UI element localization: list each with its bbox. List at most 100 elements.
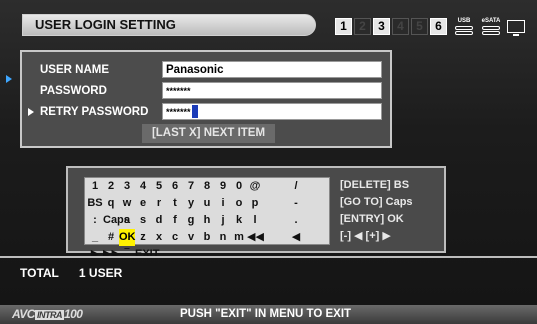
key-2-12[interactable]: OK — [119, 229, 136, 246]
slot-5-indicator: 5 — [411, 17, 428, 35]
key-1-10[interactable]: - — [263, 195, 329, 212]
key-3-12[interactable]: EXIT — [135, 246, 159, 263]
key-2-11[interactable]: # — [103, 229, 119, 246]
key-3-4[interactable]: b — [199, 229, 215, 246]
slot-1-indicator: 1 — [335, 17, 352, 35]
key-1-7[interactable]: i — [215, 195, 231, 212]
login-settings-panel: USER NAME Panasonic PASSWORD ******* RET… — [20, 50, 392, 148]
next-item-button[interactable]: [LAST X] NEXT ITEM — [142, 124, 275, 143]
camera-menu-screen: USER LOGIN SETTING 1 2 3 4 5 6 USB eSATA… — [0, 0, 537, 324]
user-name-label: USER NAME — [40, 64, 110, 76]
key-3-7[interactable]: ◀◀ — [247, 229, 264, 246]
key-0-2[interactable]: 3 — [119, 178, 135, 195]
key-1-4[interactable]: t — [167, 195, 183, 212]
slot-indicators: 1 2 3 4 5 6 USB eSATA — [335, 16, 525, 36]
key-1-3[interactable]: r — [151, 195, 167, 212]
total-label: TOTAL — [20, 266, 59, 280]
total-value: 1 USER — [78, 266, 123, 280]
retry-password-label: RETRY PASSWORD — [40, 106, 149, 118]
status-message: PUSH "EXIT" IN MENU TO EXIT — [180, 308, 352, 320]
key-2-5[interactable]: h — [199, 212, 215, 229]
slot-2-indicator: 2 — [354, 17, 371, 35]
esata-disk-shape-2 — [482, 30, 500, 35]
key-0-9[interactable]: 0 — [231, 178, 247, 195]
key-1-1[interactable]: w — [119, 195, 135, 212]
key-0-11[interactable]: / — [263, 178, 329, 195]
retry-password-row[interactable]: RETRY PASSWORD ******* — [22, 103, 390, 121]
monitor-icon — [507, 19, 525, 36]
key-3-1[interactable]: x — [151, 229, 167, 246]
key-3-6[interactable]: m — [231, 229, 247, 246]
status-bar: AVC INTRA 100 PUSH "EXIT" IN MENU TO EXIT — [0, 305, 537, 324]
legend-arrows: [-] ◀ [+] ▶ — [340, 230, 391, 242]
esata-drive-icon: eSATA — [479, 18, 503, 35]
key-0-5[interactable]: 6 — [167, 178, 183, 195]
key-2-1[interactable]: s — [135, 212, 151, 229]
user-name-row[interactable]: USER NAME Panasonic — [22, 61, 390, 79]
key-2-9[interactable]: . — [263, 212, 329, 229]
legend-entry: [ENTRY] OK — [340, 213, 404, 225]
key-2-2[interactable]: d — [151, 212, 167, 229]
slot-3-indicator: 3 — [373, 17, 390, 35]
key-0-7[interactable]: 8 — [199, 178, 215, 195]
usb-disk-shape — [455, 25, 473, 30]
key-1-8[interactable]: o — [231, 195, 247, 212]
key-0-3[interactable]: 4 — [135, 178, 151, 195]
brand-box: INTRA — [34, 310, 64, 320]
slot-4-indicator: 4 — [392, 17, 409, 35]
key-0-1[interactable]: 2 — [103, 178, 119, 195]
key-3-10[interactable]: ▶▶ — [103, 246, 120, 263]
page-title: USER LOGIN SETTING — [22, 14, 316, 36]
esata-disk-shape — [482, 25, 500, 30]
key-0-12[interactable]: BS — [87, 195, 103, 212]
key-3-3[interactable]: v — [183, 229, 199, 246]
key-3-0[interactable]: z — [135, 229, 151, 246]
usb-disk-shape-2 — [455, 30, 473, 35]
key-3-2[interactable]: c — [167, 229, 183, 246]
key-0-0[interactable]: 1 — [87, 178, 103, 195]
key-2-4[interactable]: g — [183, 212, 199, 229]
software-keyboard: 1 2 3 4 5 6 7 8 9 0 @ / BS q w e r t y u i o p -: Caps a s d f g h j k l.… — [84, 177, 330, 260]
key-1-9[interactable]: p — [247, 195, 263, 212]
total-summary: TOTAL 1 USER — [20, 264, 122, 282]
usb-label: USB — [457, 17, 471, 24]
key-1-5[interactable]: y — [183, 195, 199, 212]
key-1-11[interactable]: : — [87, 212, 103, 229]
key-2-6[interactable]: j — [215, 212, 231, 229]
key-0-8[interactable]: 9 — [215, 178, 231, 195]
password-field[interactable]: ******* — [162, 82, 382, 99]
key-1-6[interactable]: u — [199, 195, 215, 212]
legend-goto: [GO TO] Caps — [340, 196, 413, 208]
key-3-11[interactable]: ‾ — [119, 246, 135, 263]
row-pointer-icon — [28, 108, 34, 116]
key-3-8[interactable]: ◀ — [263, 229, 329, 246]
usb-drive-icon: USB — [452, 18, 476, 35]
legend-delete: [DELETE] BS — [340, 179, 410, 191]
key-0-4[interactable]: 5 — [151, 178, 167, 195]
divider — [0, 256, 537, 258]
retry-password-field[interactable]: ******* — [162, 103, 382, 120]
key-3-9[interactable]: ▶ — [87, 246, 103, 263]
key-2-8[interactable]: l — [247, 212, 263, 229]
password-row[interactable]: PASSWORD ******* — [22, 82, 390, 100]
key-2-0[interactable]: a — [119, 212, 135, 229]
slot-6-indicator: 6 — [430, 17, 447, 35]
menu-cursor-icon — [6, 75, 12, 83]
user-name-field[interactable]: Panasonic — [162, 61, 382, 78]
brand-logo: AVC INTRA 100 — [12, 306, 83, 324]
brand-suffix: 100 — [63, 307, 83, 321]
key-1-12[interactable]: Caps — [103, 212, 130, 229]
keyboard-panel: 1 2 3 4 5 6 7 8 9 0 @ / BS q w e r t y u i o p -: Caps a s d f g h j k l.… — [66, 166, 446, 260]
retry-password-value: ******* — [166, 107, 191, 117]
key-3-5[interactable]: n — [215, 229, 231, 246]
esata-label: eSATA — [481, 17, 501, 24]
key-1-2[interactable]: e — [135, 195, 151, 212]
text-cursor — [191, 105, 198, 118]
key-0-10[interactable]: @ — [247, 178, 263, 195]
key-0-6[interactable]: 7 — [183, 178, 199, 195]
key-2-3[interactable]: f — [167, 212, 183, 229]
key-1-0[interactable]: q — [103, 195, 119, 212]
key-legend: [DELETE] BS [GO TO] Caps [ENTRY] OK [-] … — [340, 177, 440, 245]
key-2-7[interactable]: k — [231, 212, 247, 229]
key-2-10[interactable]: _ — [87, 229, 103, 246]
